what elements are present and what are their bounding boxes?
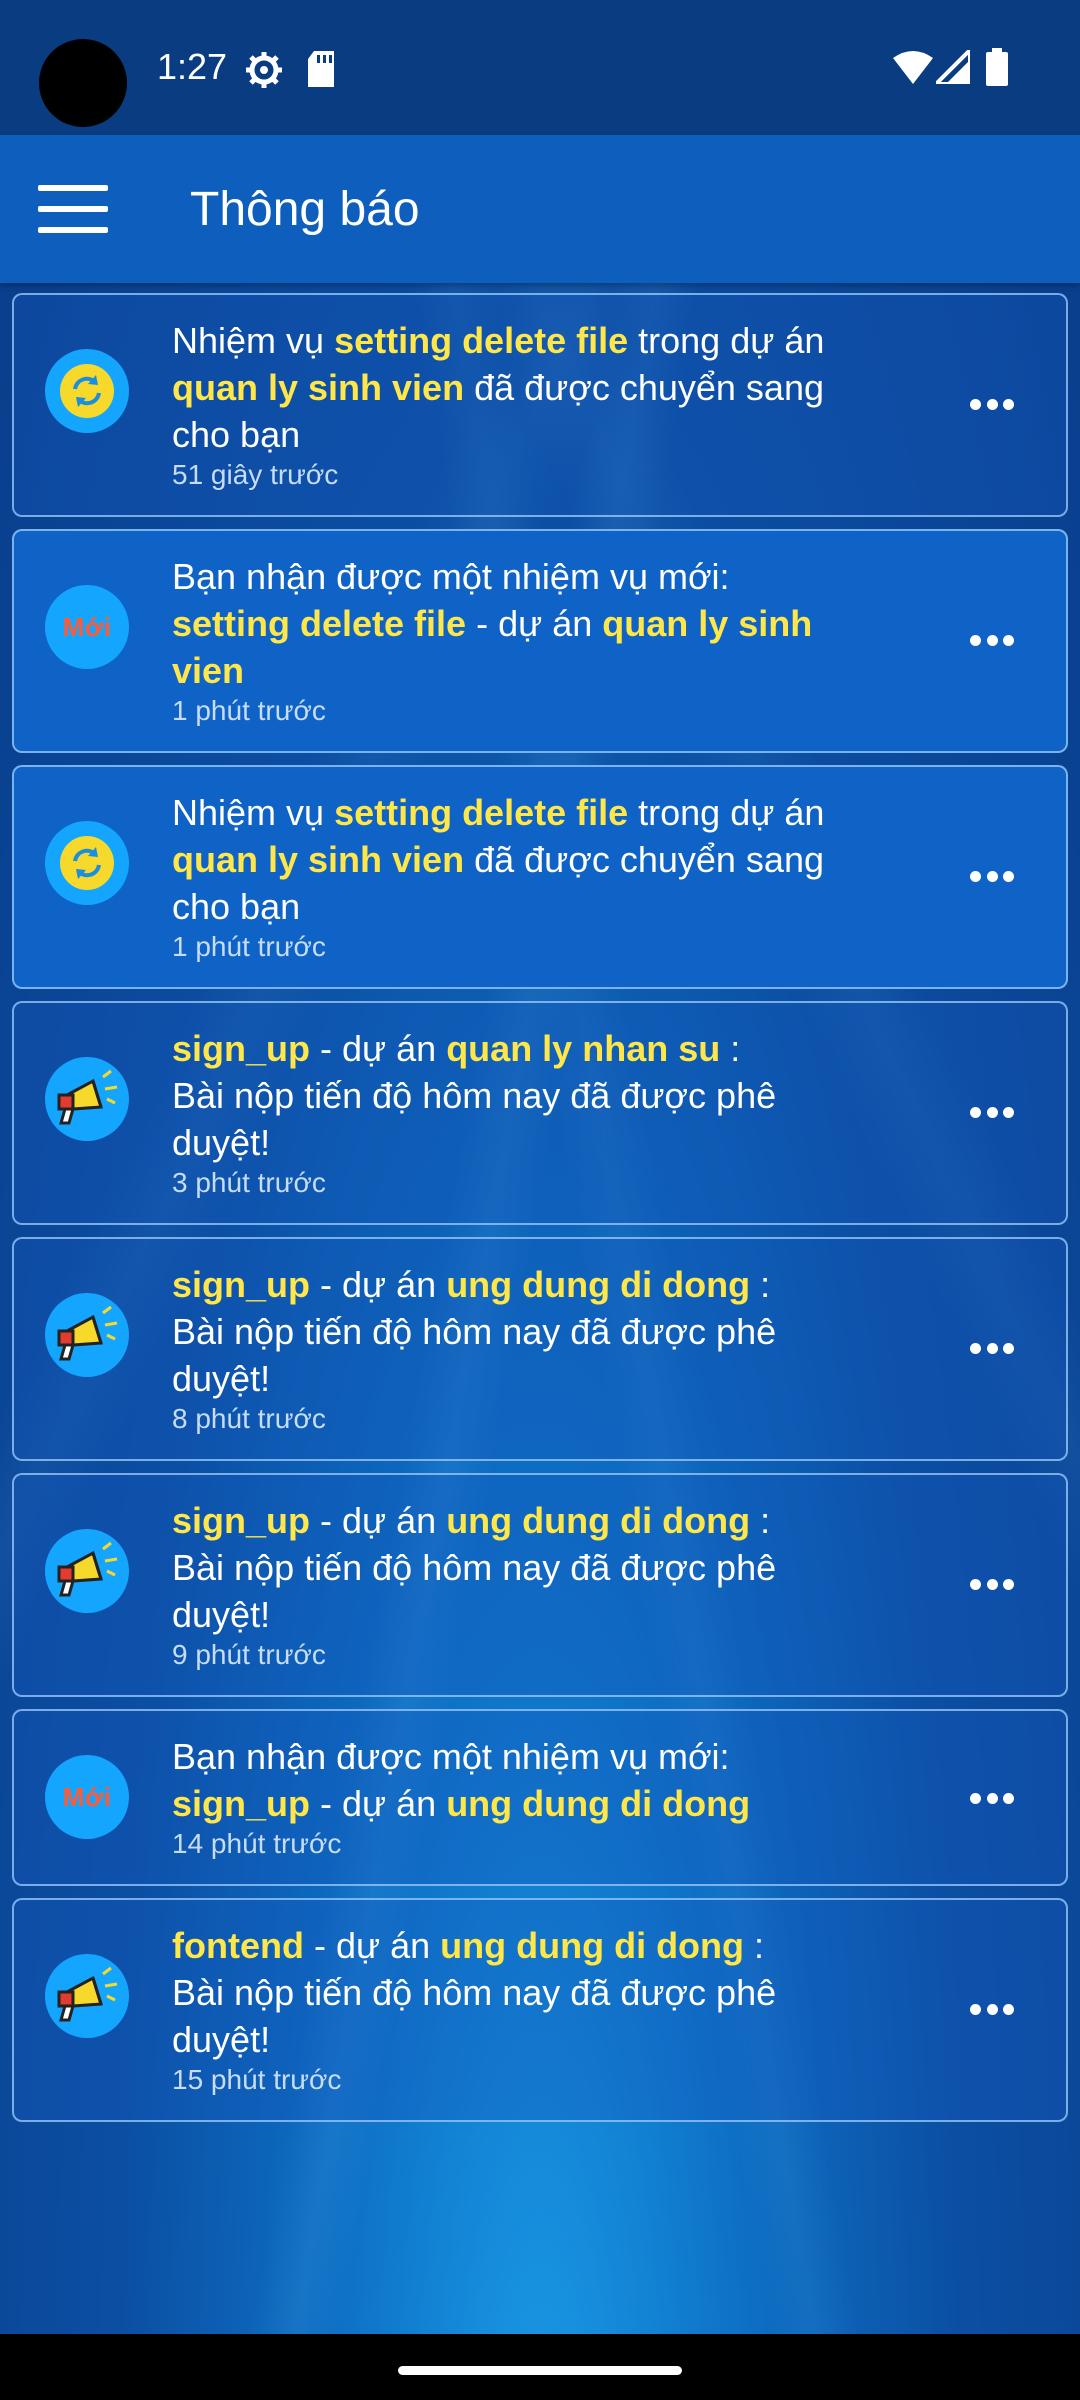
- notification-text: sign_up - dự án ung dung di dong : Bài n…: [172, 1261, 892, 1436]
- wifi-icon: [893, 51, 933, 84]
- megaphone-icon: [45, 1293, 129, 1377]
- megaphone-icon: [45, 1529, 129, 1613]
- notification-item[interactable]: fontend - dự án ung dung di dong : Bài n…: [12, 1898, 1068, 2122]
- notification-time: 15 phút trước: [172, 2064, 342, 2095]
- notification-item[interactable]: Mới Bạn nhận được một nhiệm vụ mới: sign…: [12, 1709, 1068, 1886]
- notification-item[interactable]: sign_up - dự án quan ly nhan su : Bài nộ…: [12, 1001, 1068, 1225]
- notification-text: fontend - dự án ung dung di dong : Bài n…: [172, 1922, 892, 2097]
- gear-icon: [246, 52, 282, 88]
- notification-text: Nhiệm vụ setting delete file trong dự án…: [172, 789, 892, 964]
- notification-time: 1 phút trước: [172, 931, 326, 962]
- home-gesture-handle[interactable]: [398, 2366, 682, 2375]
- notification-item[interactable]: sign_up - dự án ung dung di dong : Bài n…: [12, 1473, 1068, 1697]
- notification-item[interactable]: Nhiệm vụ setting delete file trong dự án…: [12, 765, 1068, 989]
- notification-text: sign_up - dự án ung dung di dong : Bài n…: [172, 1497, 892, 1672]
- sd-card-icon: [308, 51, 334, 87]
- notification-time: 8 phút trước: [172, 1403, 326, 1434]
- megaphone-icon: [45, 1057, 129, 1141]
- notification-time: 9 phút trước: [172, 1639, 326, 1670]
- status-bar: 1:27: [0, 0, 1080, 135]
- notification-time: 14 phút trước: [172, 1828, 342, 1859]
- new-badge: Mới: [45, 585, 129, 669]
- more-options-icon[interactable]: [970, 1793, 1014, 1805]
- more-options-icon[interactable]: [970, 399, 1014, 411]
- more-options-icon[interactable]: [970, 1343, 1014, 1355]
- signal-icon: [936, 50, 970, 84]
- notification-time: 1 phút trước: [172, 695, 326, 726]
- more-options-icon[interactable]: [970, 871, 1014, 883]
- page-title: Thông báo: [190, 183, 420, 236]
- more-options-icon[interactable]: [970, 1107, 1014, 1119]
- notification-text: sign_up - dự án quan ly nhan su : Bài nộ…: [172, 1025, 892, 1200]
- notification-time: 51 giây trước: [172, 459, 339, 490]
- more-options-icon[interactable]: [970, 635, 1014, 647]
- notification-text: Nhiệm vụ setting delete file trong dự án…: [172, 317, 892, 492]
- notification-text: Bạn nhận được một nhiệm vụ mới: sign_up …: [172, 1733, 892, 1861]
- notification-item[interactable]: sign_up - dự án ung dung di dong : Bài n…: [12, 1237, 1068, 1461]
- more-options-icon[interactable]: [970, 2004, 1014, 2016]
- notification-item[interactable]: Mới Bạn nhận được một nhiệm vụ mới: sett…: [12, 529, 1068, 753]
- app-bar: Thông báo: [0, 135, 1080, 283]
- notification-time: 3 phút trước: [172, 1167, 326, 1198]
- new-badge: Mới: [45, 1755, 129, 1839]
- notification-list: Nhiệm vụ setting delete file trong dự án…: [12, 293, 1068, 2134]
- notification-item[interactable]: Nhiệm vụ setting delete file trong dự án…: [12, 293, 1068, 517]
- battery-icon: [986, 48, 1008, 86]
- sync-icon: [45, 821, 129, 905]
- notification-text: Bạn nhận được một nhiệm vụ mới: setting …: [172, 553, 892, 728]
- status-time: 1:27: [157, 46, 228, 87]
- front-camera: [39, 39, 127, 127]
- sync-icon: [45, 349, 129, 433]
- megaphone-icon: [45, 1954, 129, 2038]
- hamburger-menu-icon[interactable]: [38, 185, 108, 233]
- more-options-icon[interactable]: [970, 1579, 1014, 1591]
